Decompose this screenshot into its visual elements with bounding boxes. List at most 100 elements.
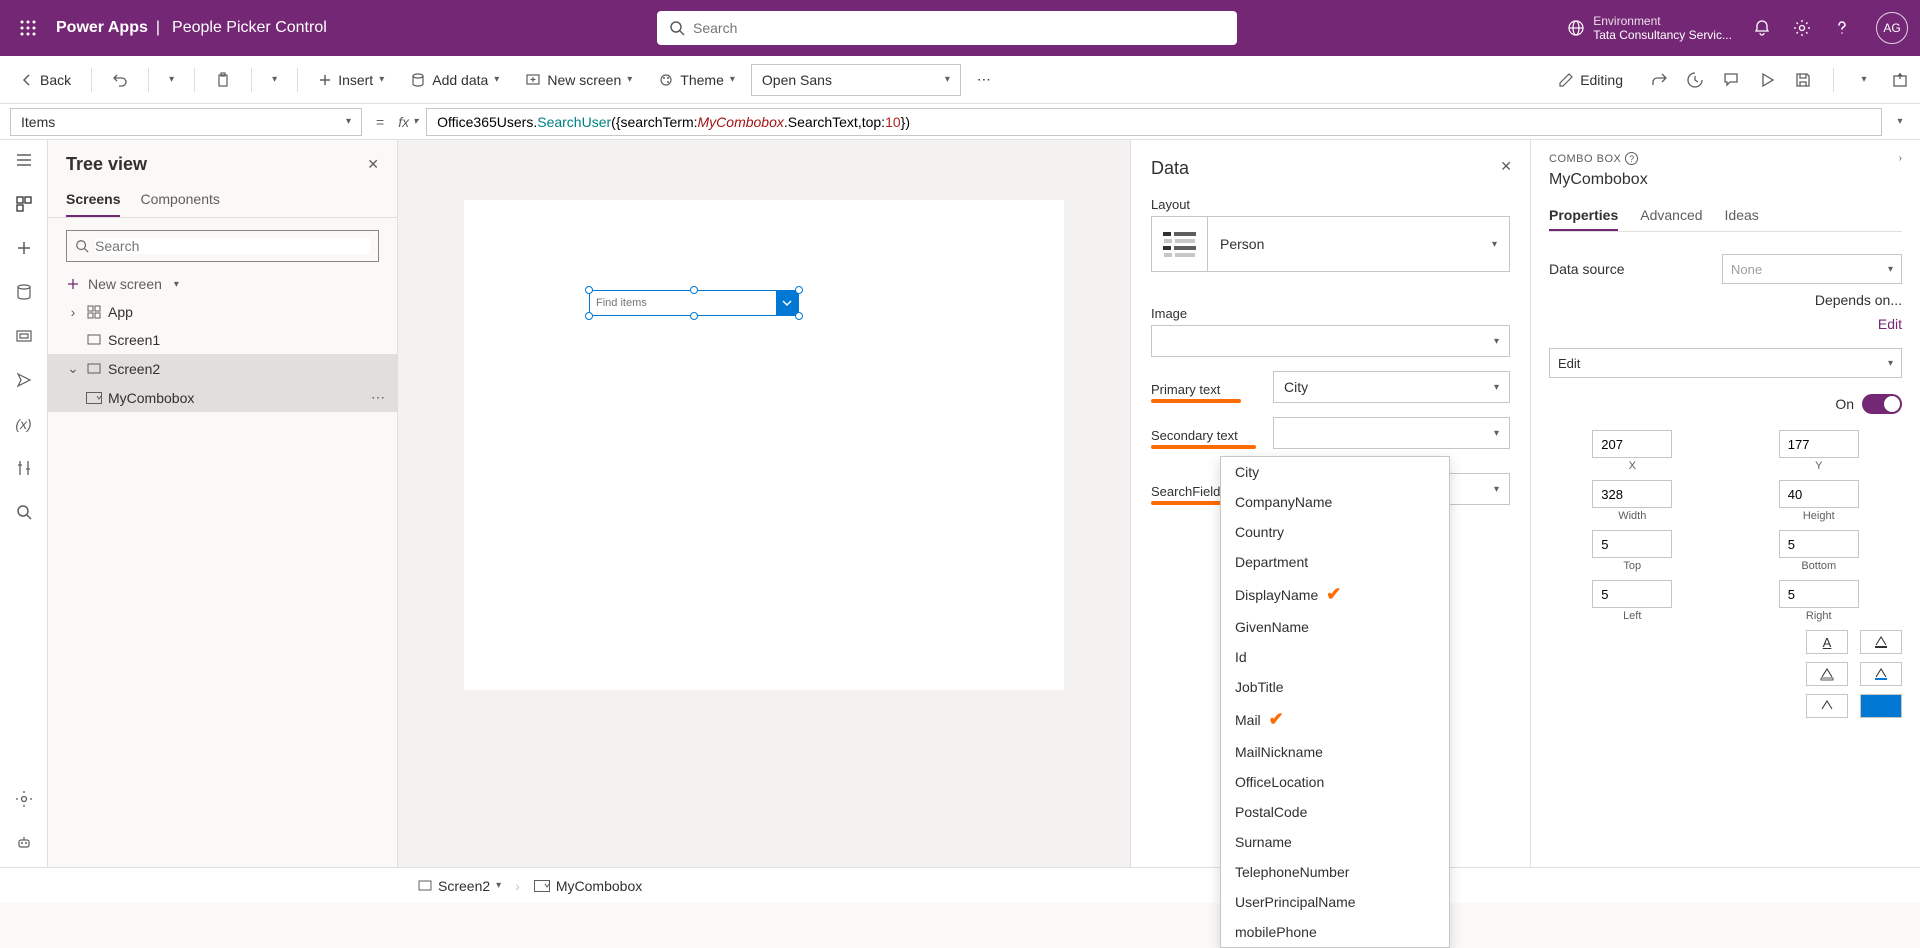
combobox-control[interactable] bbox=[589, 290, 799, 316]
dropdown-option[interactable]: Mail✔ bbox=[1221, 702, 1449, 737]
tree-item-screen2[interactable]: ⌄ Screen2 bbox=[48, 354, 397, 383]
dropdown-option[interactable]: CompanyName bbox=[1221, 487, 1449, 517]
dropdown-option[interactable]: UserPrincipalName bbox=[1221, 887, 1449, 917]
padding-bottom-input[interactable] bbox=[1779, 530, 1859, 558]
dropdown-option[interactable]: mobilePhone bbox=[1221, 917, 1449, 947]
tab-advanced[interactable]: Advanced bbox=[1640, 201, 1702, 231]
close-tree-icon[interactable]: ✕ bbox=[367, 156, 379, 173]
dropdown-option[interactable]: TelephoneNumber bbox=[1221, 857, 1449, 887]
insert-rail-icon[interactable] bbox=[12, 236, 36, 260]
save-split-chevron[interactable]: ▾ bbox=[1854, 70, 1874, 90]
editing-mode-button[interactable]: Editing bbox=[1548, 68, 1633, 92]
preview-icon[interactable] bbox=[1757, 70, 1777, 90]
tree-item-screen1[interactable]: Screen1 bbox=[48, 326, 397, 354]
settings-rail-icon[interactable] bbox=[12, 787, 36, 811]
tree-view-icon[interactable] bbox=[12, 192, 36, 216]
collapse-props-icon[interactable]: › bbox=[1899, 153, 1902, 164]
hamburger-icon[interactable] bbox=[12, 148, 36, 172]
media-rail-icon[interactable] bbox=[12, 324, 36, 348]
selection-color-button[interactable] bbox=[1860, 694, 1902, 718]
save-icon[interactable] bbox=[1793, 70, 1813, 90]
new-screen-tree-button[interactable]: New screen ▾ bbox=[48, 270, 397, 298]
padding-right-input[interactable] bbox=[1779, 580, 1859, 608]
environment-picker[interactable]: Environment Tata Consultancy Servic... bbox=[1567, 14, 1732, 43]
theme-button[interactable]: Theme ▾ bbox=[648, 68, 745, 92]
depends-on-link[interactable]: Depends on... bbox=[1815, 292, 1902, 308]
dropdown-option[interactable]: Surname bbox=[1221, 827, 1449, 857]
global-search[interactable] bbox=[657, 11, 1237, 45]
dropdown-option[interactable]: JobTitle bbox=[1221, 672, 1449, 702]
bg-color-button[interactable] bbox=[1860, 630, 1902, 654]
info-icon[interactable]: ? bbox=[1625, 152, 1638, 165]
undo-button[interactable] bbox=[102, 68, 138, 92]
dropdown-option[interactable]: OfficeLocation bbox=[1221, 767, 1449, 797]
variables-rail-icon[interactable]: (x) bbox=[12, 412, 36, 436]
width-input[interactable] bbox=[1592, 480, 1672, 508]
primary-text-selector[interactable]: City▾ bbox=[1273, 371, 1510, 403]
tab-components[interactable]: Components bbox=[140, 183, 219, 217]
data-rail-icon[interactable] bbox=[12, 280, 36, 304]
help-icon[interactable] bbox=[1832, 18, 1852, 38]
comments-icon[interactable] bbox=[1721, 70, 1741, 90]
more-commands[interactable]: ⋯ bbox=[967, 67, 1001, 92]
back-button[interactable]: Back bbox=[10, 68, 81, 92]
dropdown-option[interactable]: Country bbox=[1221, 517, 1449, 547]
dropdown-option[interactable]: Id bbox=[1221, 642, 1449, 672]
virtual-agent-icon[interactable] bbox=[12, 831, 36, 855]
add-data-button[interactable]: Add data ▾ bbox=[400, 68, 509, 92]
publish-icon[interactable] bbox=[1890, 70, 1910, 90]
property-selector[interactable]: Items ▾ bbox=[10, 108, 362, 136]
fields-edit-link[interactable]: Edit bbox=[1878, 316, 1902, 332]
chevron-color-button[interactable] bbox=[1806, 694, 1848, 718]
paste-split-chevron[interactable]: ▾ bbox=[262, 70, 287, 89]
settings-icon[interactable] bbox=[1792, 18, 1812, 38]
tree-item-app[interactable]: › App bbox=[48, 298, 397, 326]
search-rail-icon[interactable] bbox=[12, 500, 36, 524]
multiselect-toggle[interactable] bbox=[1862, 394, 1902, 414]
insert-button[interactable]: Insert ▾ bbox=[308, 68, 394, 92]
flows-rail-icon[interactable] bbox=[12, 368, 36, 392]
tree-search[interactable] bbox=[66, 230, 379, 262]
paste-button[interactable] bbox=[205, 68, 241, 92]
secondary-text-selector[interactable]: ▾ bbox=[1273, 417, 1510, 449]
dropdown-option[interactable]: MailNickname bbox=[1221, 737, 1449, 767]
dropdown-option[interactable]: Department bbox=[1221, 547, 1449, 577]
formula-input[interactable]: Office365Users.SearchUser({searchTerm:My… bbox=[426, 108, 1882, 136]
fields-selector[interactable]: Edit▾ bbox=[1549, 348, 1902, 378]
dropdown-option[interactable]: GivenName bbox=[1221, 612, 1449, 642]
padding-left-input[interactable] bbox=[1592, 580, 1672, 608]
font-selector[interactable]: Open Sans ▾ bbox=[751, 64, 961, 96]
tree-item-more[interactable]: ⋯ bbox=[371, 389, 387, 406]
fx-label[interactable]: fx▾ bbox=[398, 114, 418, 130]
position-x-input[interactable] bbox=[1592, 430, 1672, 458]
combobox-chevron-icon[interactable] bbox=[776, 291, 798, 315]
height-input[interactable] bbox=[1779, 480, 1859, 508]
control-name[interactable]: MyCombobox bbox=[1549, 171, 1902, 189]
dropdown-option[interactable]: DisplayName✔ bbox=[1221, 577, 1449, 612]
tab-ideas[interactable]: Ideas bbox=[1725, 201, 1759, 231]
breadcrumb-screen[interactable]: Screen2 ▾ bbox=[418, 878, 501, 894]
notifications-icon[interactable] bbox=[1752, 18, 1772, 38]
app-launcher-icon[interactable] bbox=[12, 12, 44, 44]
app-checker-icon[interactable] bbox=[1685, 70, 1705, 90]
share-icon[interactable] bbox=[1649, 70, 1669, 90]
canvas[interactable] bbox=[398, 140, 1130, 867]
global-search-input[interactable] bbox=[693, 20, 1225, 36]
layout-selector[interactable]: Person ▾ bbox=[1151, 216, 1510, 272]
dropdown-option[interactable]: PostalCode bbox=[1221, 797, 1449, 827]
undo-split-chevron[interactable]: ▾ bbox=[159, 70, 184, 89]
tab-properties[interactable]: Properties bbox=[1549, 201, 1618, 231]
font-color-button[interactable]: A bbox=[1806, 630, 1848, 654]
position-y-input[interactable] bbox=[1779, 430, 1859, 458]
dropdown-option[interactable]: City bbox=[1221, 457, 1449, 487]
image-field-selector[interactable]: ▾ bbox=[1151, 325, 1510, 357]
combobox-input[interactable] bbox=[590, 297, 776, 309]
user-avatar[interactable]: AG bbox=[1876, 12, 1908, 44]
new-screen-button[interactable]: New screen ▾ bbox=[515, 68, 642, 92]
breadcrumb-control[interactable]: MyCombobox bbox=[534, 878, 642, 894]
expand-formula-icon[interactable]: ▾ bbox=[1890, 112, 1910, 132]
tab-screens[interactable]: Screens bbox=[66, 183, 120, 217]
padding-top-input[interactable] bbox=[1592, 530, 1672, 558]
tree-search-input[interactable] bbox=[95, 238, 370, 254]
border-color-button[interactable] bbox=[1806, 662, 1848, 686]
